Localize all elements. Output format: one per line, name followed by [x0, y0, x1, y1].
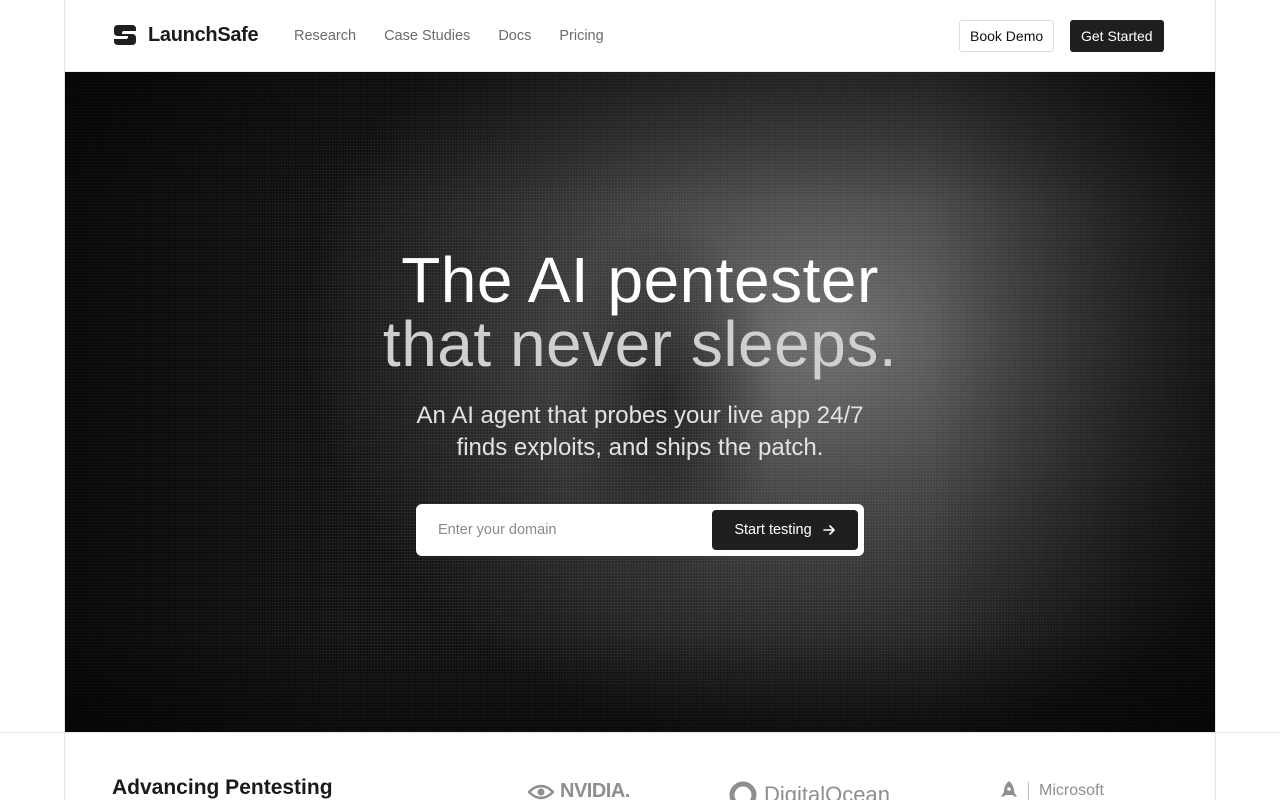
partner-name-digitalocean: DigitalOcean	[764, 782, 890, 800]
nav-item-docs[interactable]: Docs	[498, 26, 531, 46]
book-demo-button[interactable]: Book Demo	[959, 20, 1055, 52]
brand-name: LaunchSafe	[148, 23, 259, 46]
hero-headline-line1: The AI pentester	[401, 244, 879, 316]
partner-logo-microsoft: Microsoft	[1000, 780, 1104, 800]
nav-item-pricing[interactable]: Pricing	[559, 26, 603, 46]
domain-input[interactable]	[430, 514, 700, 546]
nvidia-eye-icon	[528, 784, 554, 799]
hero-headline-line2: that never sleeps.	[382, 308, 898, 380]
hero-subtitle-line2: finds exploits, and ships the patch.	[456, 434, 824, 461]
digitalocean-circle-icon	[729, 781, 757, 800]
domain-form: Start testing	[416, 504, 864, 556]
partners-title: Advancing Pentesting	[112, 776, 333, 799]
launchsafe-logo-icon	[114, 25, 136, 45]
site-header: LaunchSafe Research Case Studies Docs Pr…	[65, 0, 1215, 72]
nav-item-research[interactable]: Research	[294, 26, 356, 46]
rocket-icon	[1001, 781, 1017, 797]
partner-logo-nvidia: NVIDIA.	[528, 780, 630, 800]
nav-item-case-studies[interactable]: Case Studies	[384, 26, 470, 46]
arrow-right-icon	[822, 525, 835, 535]
partner-name-microsoft: Microsoft	[1039, 782, 1104, 799]
hero-section: The AI pentester that never sleeps. An A…	[65, 72, 1215, 732]
start-testing-button[interactable]: Start testing	[712, 510, 858, 550]
start-testing-label: Start testing	[734, 522, 812, 538]
partner-logo-digitalocean: DigitalOcean	[728, 780, 890, 800]
partner-divider	[1028, 782, 1029, 800]
partner-name-nvidia: NVIDIA.	[560, 780, 630, 800]
brand-logo-link[interactable]: LaunchSafe	[112, 22, 259, 48]
main-nav: Research Case Studies Docs Pricing	[294, 26, 632, 46]
get-started-button[interactable]: Get Started	[1070, 20, 1164, 52]
hero-subtitle-line1: An AI agent that probes your live app 24…	[416, 402, 864, 429]
